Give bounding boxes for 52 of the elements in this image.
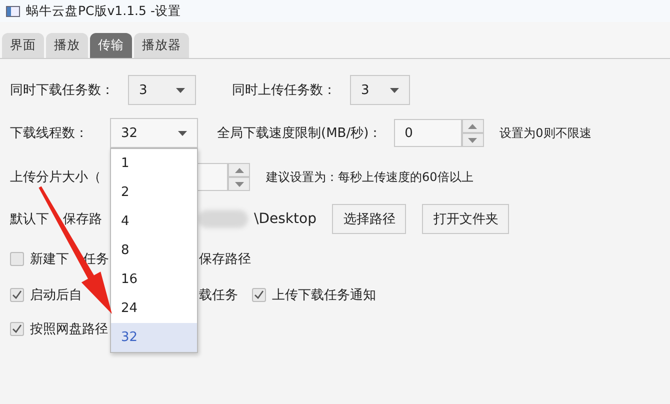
field-label: 上传分片大小（ — [10, 169, 101, 186]
window-title: 蜗牛云盘PC版v1.1.5 -设置 — [26, 2, 181, 20]
caret-up-icon — [468, 124, 478, 128]
field-label: 同时下载任务数： — [9, 82, 114, 99]
tab[interactable]: 界面 — [2, 33, 44, 58]
decrement-button[interactable] — [228, 177, 250, 191]
option-label: 按照网盘路径 — [30, 320, 108, 338]
option-label: 新建下 — [30, 250, 69, 268]
option-label: 保存路径 — [199, 250, 251, 268]
path-button[interactable]: 打开文件夹 — [422, 204, 510, 234]
tab[interactable]: 播放 — [46, 33, 88, 58]
dropdown-option[interactable]: 8 — [111, 236, 197, 265]
dropdown-option[interactable]: 4 — [111, 207, 197, 236]
field-label: 保存路 — [63, 211, 102, 228]
option-label: 启动后自 — [30, 286, 82, 304]
redaction — [198, 210, 248, 228]
caret-icon — [390, 88, 399, 92]
hint-text: 设置为0则不限速 — [500, 124, 592, 142]
dropdown[interactable]: 32 — [110, 118, 198, 148]
caret-icon — [178, 130, 187, 136]
path-button[interactable]: 选择路径 — [332, 204, 406, 234]
tab[interactable]: 传输 — [90, 33, 132, 58]
increment-button[interactable] — [228, 163, 250, 177]
checkbox[interactable] — [252, 288, 266, 302]
dropdown-option[interactable]: 24 — [111, 294, 197, 323]
number-field[interactable]: 0 — [394, 119, 462, 147]
checkbox[interactable] — [10, 322, 24, 336]
dropdown-option[interactable]: 32 — [111, 323, 197, 352]
caret-down-icon — [234, 182, 244, 186]
number-field[interactable] — [198, 163, 228, 191]
checkbox[interactable] — [10, 252, 24, 266]
field-label: 同时上传任务数： — [232, 82, 336, 99]
caret-down-icon — [468, 138, 478, 142]
field-label: 下载线程数： — [10, 125, 88, 142]
path-text: \Desktop — [254, 211, 316, 227]
checkbox[interactable] — [10, 288, 24, 302]
dropdown-option[interactable]: 2 — [111, 178, 197, 207]
caret-up-icon — [234, 168, 244, 172]
hint-text: 建议设置为：每秒上传速度的60倍以上 — [266, 168, 474, 186]
dropdown-option[interactable]: 1 — [111, 149, 197, 178]
increment-button[interactable] — [462, 119, 484, 133]
tab[interactable]: 播放器 — [134, 33, 189, 58]
dropdown-option[interactable]: 16 — [111, 265, 197, 294]
caret-icon — [176, 88, 185, 92]
option-label: 载任务 — [199, 286, 238, 304]
field-label: 默认下 — [10, 211, 49, 228]
dropdown[interactable]: 3 — [128, 75, 196, 105]
option-label: 上传下载任务通知 — [272, 286, 376, 304]
app-icon — [6, 6, 20, 16]
decrement-button[interactable] — [462, 133, 484, 147]
field-label: 全局下载速度限制(MB/秒)： — [217, 125, 382, 142]
dropdown[interactable]: 3 — [350, 75, 410, 105]
